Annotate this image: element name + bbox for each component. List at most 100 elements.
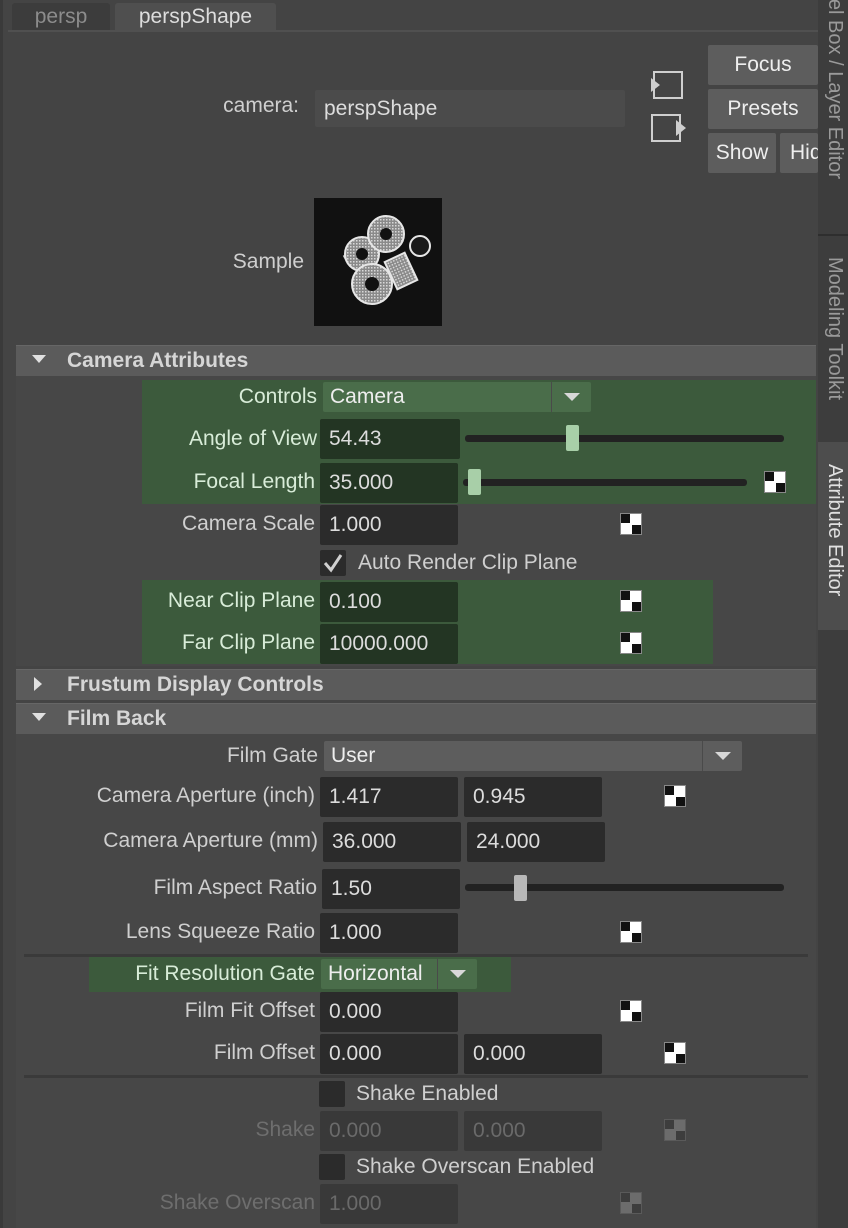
camera-label: camera: xyxy=(223,94,299,117)
shake-overscan-field: 1.000 xyxy=(320,1184,458,1224)
camera-attributes-title: Camera Attributes xyxy=(67,349,249,372)
shake-overscan-label: Shake Overscan xyxy=(159,1191,315,1214)
side-tab-strip: Channel Box / Layer Editor Modeling Tool… xyxy=(818,0,848,1228)
aperture-inch-label: Camera Aperture (inch) xyxy=(96,784,315,807)
film-back-header[interactable]: Film Back xyxy=(16,703,816,734)
side-tab-divider xyxy=(818,234,848,236)
collapse-arrow-icon xyxy=(32,355,46,363)
sample-label: Sample xyxy=(232,250,304,273)
tab-underline xyxy=(8,30,818,32)
map-button-icon xyxy=(664,1119,686,1141)
separator xyxy=(24,1075,808,1078)
aperture-inch-x-field[interactable]: 1.417 xyxy=(320,777,458,817)
panel-border xyxy=(0,0,3,1228)
near-clip-label: Near Clip Plane xyxy=(167,589,315,612)
focal-length-field[interactable]: 35.000 xyxy=(320,463,458,503)
focus-button[interactable]: Focus xyxy=(708,45,818,85)
shake-enabled-checkbox[interactable] xyxy=(319,1081,345,1107)
aperture-mm-label: Camera Aperture (mm) xyxy=(103,829,318,852)
tab-perspShape[interactable]: perspShape xyxy=(115,3,276,31)
tab-attribute-editor-label: Attribute Editor xyxy=(824,464,846,597)
angle-of-view-field[interactable]: 54.43 xyxy=(320,419,460,459)
tab-modeling-toolkit-label: Modeling Toolkit xyxy=(824,257,846,401)
film-aspect-slider-thumb[interactable] xyxy=(513,875,527,901)
film-gate-label: Film Gate xyxy=(226,744,318,767)
show-button-label: Show xyxy=(715,141,769,164)
controls-dropdown[interactable]: Camera xyxy=(323,382,591,412)
map-button-icon[interactable] xyxy=(664,785,686,807)
film-aspect-slider[interactable] xyxy=(465,884,784,891)
checkmark-icon xyxy=(323,554,343,573)
camera-name-field[interactable]: perspShape xyxy=(315,90,625,127)
auto-render-clip-checkbox[interactable] xyxy=(320,550,346,576)
fit-gate-dropdown[interactable]: Horizontal xyxy=(321,959,477,989)
tab-persp[interactable]: persp xyxy=(12,3,110,31)
map-button-icon[interactable] xyxy=(620,1000,642,1022)
focal-length-slider[interactable] xyxy=(463,479,747,486)
lens-squeeze-label: Lens Squeeze Ratio xyxy=(125,920,315,943)
camera-shape-icon xyxy=(342,215,431,305)
camera-attributes-header[interactable]: Camera Attributes xyxy=(16,345,816,376)
aperture-inch-y-field[interactable]: 0.945 xyxy=(464,777,602,817)
focal-length-label: Focal Length xyxy=(193,470,315,493)
tab-channel-box[interactable]: Channel Box / Layer Editor xyxy=(818,0,848,232)
film-fit-offset-label: Film Fit Offset xyxy=(184,999,315,1022)
focus-button-label: Focus xyxy=(734,53,792,76)
film-back-title: Film Back xyxy=(67,707,167,730)
shake-label: Shake xyxy=(255,1118,315,1141)
focal-length-slider-thumb[interactable] xyxy=(468,469,482,495)
lens-squeeze-field[interactable]: 1.000 xyxy=(320,913,458,953)
auto-render-clip-label: Auto Render Clip Plane xyxy=(358,551,578,574)
map-button-icon[interactable] xyxy=(664,1042,686,1064)
near-clip-field[interactable]: 0.100 xyxy=(320,582,458,622)
far-clip-field[interactable]: 10000.000 xyxy=(320,624,458,664)
copy-tab-icon[interactable] xyxy=(650,113,688,143)
angle-of-view-label: Angle of View xyxy=(188,427,317,450)
film-offset-y-field[interactable]: 0.000 xyxy=(464,1034,602,1074)
shake-x-field: 0.000 xyxy=(320,1111,458,1151)
film-gate-dropdown[interactable]: User xyxy=(324,741,742,771)
film-offset-label: Film Offset xyxy=(213,1041,315,1064)
frustum-display-title: Frustum Display Controls xyxy=(67,673,324,696)
attribute-editor-panel: persp perspShape camera: perspShape Focu… xyxy=(0,0,818,1228)
chevron-down-icon xyxy=(702,741,742,771)
shake-y-field: 0.000 xyxy=(464,1111,602,1151)
angle-of-view-slider-thumb[interactable] xyxy=(565,425,579,451)
shake-enabled-label: Shake Enabled xyxy=(356,1082,499,1105)
film-offset-x-field[interactable]: 0.000 xyxy=(320,1034,458,1074)
film-aspect-label: Film Aspect Ratio xyxy=(153,876,317,899)
presets-button[interactable]: Presets xyxy=(708,89,818,129)
frustum-display-header[interactable]: Frustum Display Controls xyxy=(16,669,816,700)
tab-channel-box-label: Channel Box / Layer Editor xyxy=(824,0,846,180)
hide-button[interactable]: Hide xyxy=(780,133,818,173)
film-aspect-field[interactable]: 1.50 xyxy=(322,869,460,909)
map-button-icon[interactable] xyxy=(620,590,642,612)
map-button-icon xyxy=(620,1192,642,1214)
controls-value: Camera xyxy=(330,385,405,408)
film-gate-value: User xyxy=(331,744,376,767)
controls-label: Controls xyxy=(238,385,317,408)
aperture-mm-x-field[interactable]: 36.000 xyxy=(323,822,461,862)
chevron-down-icon xyxy=(551,382,591,412)
camera-scale-field[interactable]: 1.000 xyxy=(320,505,458,545)
map-button-icon[interactable] xyxy=(620,513,642,535)
show-button[interactable]: Show xyxy=(708,133,776,173)
fit-gate-value: Horizontal xyxy=(328,962,423,985)
shake-overscan-enabled-label: Shake Overscan Enabled xyxy=(356,1155,595,1178)
fit-gate-label: Fit Resolution Gate xyxy=(135,962,315,985)
tab-attribute-editor[interactable]: Attribute Editor xyxy=(818,442,848,630)
map-button-icon[interactable] xyxy=(620,632,642,654)
aperture-mm-y-field[interactable]: 24.000 xyxy=(467,822,605,862)
load-attributes-icon[interactable] xyxy=(650,70,686,100)
collapse-arrow-icon xyxy=(32,713,46,721)
presets-button-label: Presets xyxy=(727,97,799,120)
shake-overscan-enabled-checkbox[interactable] xyxy=(319,1154,345,1180)
angle-of-view-slider[interactable] xyxy=(465,435,784,442)
tab-modeling-toolkit[interactable]: Modeling Toolkit xyxy=(818,237,848,440)
sample-swatch xyxy=(314,198,442,326)
camera-scale-label: Camera Scale xyxy=(181,512,315,535)
expand-arrow-icon xyxy=(34,677,42,691)
map-button-icon[interactable] xyxy=(620,921,642,943)
film-fit-offset-field[interactable]: 0.000 xyxy=(320,992,458,1032)
map-button-icon[interactable] xyxy=(764,471,786,493)
